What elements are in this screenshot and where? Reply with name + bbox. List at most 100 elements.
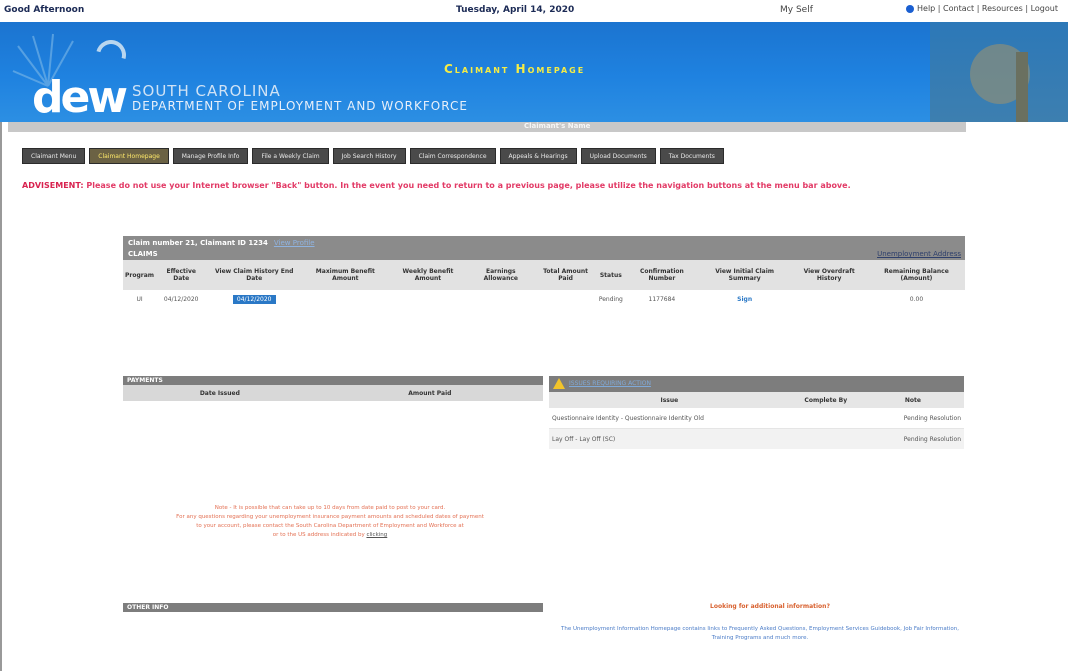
tab-file-weekly-claim[interactable]: File a Weekly Claim xyxy=(252,148,329,164)
cell-overdraft xyxy=(790,290,868,308)
footnote-line4: or to the US address indicated by xyxy=(272,532,365,538)
other-info-panel: OTHER INFO xyxy=(123,603,543,612)
issues-header-row: Issue Complete By Note xyxy=(549,392,964,408)
advisement-text: Please do not use your Internet browser … xyxy=(86,181,851,190)
globe-icon xyxy=(906,4,914,13)
view-profile-link[interactable]: View Profile xyxy=(274,239,315,247)
col-complete-by: Complete By xyxy=(789,392,862,408)
table-row[interactable]: Questionnaire Identity - Questionnaire I… xyxy=(549,408,964,429)
col-date-issued: Date Issued xyxy=(123,385,317,401)
claims-section-title: CLAIMS xyxy=(128,250,158,258)
issue-note: Pending Resolution xyxy=(861,408,964,429)
col-amount-paid: Amount Paid xyxy=(325,385,534,401)
claimant-name-bar: Claimant's Name xyxy=(8,122,966,132)
unemployment-address-link[interactable]: Unemployment Address xyxy=(877,250,961,258)
cell-earnings xyxy=(467,290,534,308)
claims-table: Program Effective Date View Claim Histor… xyxy=(123,260,965,308)
footnote-line4-wrap: or to the US address indicated by clicki… xyxy=(110,531,550,540)
tab-upload-documents[interactable]: Upload Documents xyxy=(580,148,656,164)
claims-panel: Claim number 21, Claimant ID 1234 View Pr… xyxy=(123,236,965,308)
col-weekly-benefit: Weekly Benefit Amount xyxy=(388,260,468,290)
col-max-benefit: Maximum Benefit Amount xyxy=(302,260,389,290)
header-banner: dew SOUTH CAROLINA DEPARTMENT OF EMPLOYM… xyxy=(0,22,1068,122)
claims-header-row: Program Effective Date View Claim Histor… xyxy=(123,260,965,290)
col-initial-summary: View Initial Claim Summary xyxy=(698,260,791,290)
utility-links-text[interactable]: Help | Contact | Resources | Logout xyxy=(917,4,1058,13)
col-overdraft: View Overdraft History xyxy=(790,260,868,290)
issue-complete-by xyxy=(789,428,862,449)
additional-info-description[interactable]: The Unemployment Information Homepage co… xyxy=(550,625,970,643)
top-bar: Good Afternoon Tuesday, April 14, 2020 M… xyxy=(0,0,1068,22)
claims-header: Claim number 21, Claimant ID 1234 View Pr… xyxy=(123,236,965,260)
tab-claimant-menu[interactable]: Claimant Menu xyxy=(22,148,86,164)
warning-icon xyxy=(553,378,565,389)
cell-summary: Sign xyxy=(699,290,790,308)
tab-manage-profile[interactable]: Manage Profile Info xyxy=(172,148,249,164)
col-total-paid: Total Amount Paid xyxy=(534,260,597,290)
footnote-line1: Note - It is possible that can take up t… xyxy=(214,505,446,511)
col-issue: Issue xyxy=(549,392,790,408)
tab-appeals[interactable]: Appeals & Hearings xyxy=(499,148,577,164)
payment-footnote: Note - It is possible that can take up t… xyxy=(110,504,550,540)
table-row[interactable]: Lay Off - Lay Off (SC) Pending Resolutio… xyxy=(549,428,964,449)
issues-title[interactable]: ISSUES REQUIRING ACTION xyxy=(569,380,651,387)
payments-panel: PAYMENTS Date Issued Amount Paid xyxy=(123,376,543,401)
account-link[interactable]: My Self xyxy=(780,5,813,15)
cell-max-benefit xyxy=(302,290,389,308)
claims-header-line1: Claim number 21, Claimant ID 1234 View Pr… xyxy=(128,239,315,247)
issue-note: Pending Resolution xyxy=(861,428,964,449)
advisement-notice: ADVISEMENT: Please do not use your Inter… xyxy=(22,180,922,192)
issue-name[interactable]: Questionnaire Identity - Questionnaire I… xyxy=(549,408,790,429)
main-navigation: Claimant Menu Claimant Homepage Manage P… xyxy=(22,148,724,164)
payments-table: Date Issued Amount Paid xyxy=(123,385,543,401)
col-program: Program xyxy=(123,260,157,290)
cell-effective-date: 04/12/2020 xyxy=(163,295,199,303)
col-blank-2 xyxy=(533,385,543,401)
col-earnings-allowance: Earnings Allowance xyxy=(467,260,535,290)
page-title: Claimant Homepage xyxy=(444,62,586,76)
issue-complete-by xyxy=(789,408,862,429)
footnote-line3: to your account, please contact the Sout… xyxy=(196,523,464,529)
footnote-link[interactable]: clicking xyxy=(366,532,387,538)
col-blank-1 xyxy=(316,385,326,401)
tab-claim-correspondence[interactable]: Claim Correspondence xyxy=(409,148,496,164)
additional-info-question: Looking for additional information? xyxy=(710,603,830,610)
department-name: DEPARTMENT OF EMPLOYMENT AND WORKFORCE xyxy=(132,99,468,113)
cell-history: 04/12/2020 xyxy=(206,290,302,308)
cell-program: UI xyxy=(136,295,143,303)
col-note: Note xyxy=(861,392,964,408)
table-row: UI 04/12/2020 04/12/2020 Pending 1177684… xyxy=(123,290,965,308)
cell-remaining: 0.00 xyxy=(909,295,924,303)
issues-table: Issue Complete By Note Questionnaire Ide… xyxy=(549,392,964,449)
payments-title: PAYMENTS xyxy=(123,376,543,385)
greeting-text: Good Afternoon xyxy=(4,5,85,15)
issue-name[interactable]: Lay Off - Lay Off (SC) xyxy=(549,428,790,449)
issues-header: ISSUES REQUIRING ACTION xyxy=(549,376,964,392)
tab-claimant-homepage[interactable]: Claimant Homepage xyxy=(89,148,169,164)
date-text: Tuesday, April 14, 2020 xyxy=(456,5,575,15)
initial-summary-link[interactable]: Sign xyxy=(737,296,752,303)
cell-confirmation: 1177684 xyxy=(648,295,676,303)
tab-tax-documents[interactable]: Tax Documents xyxy=(659,148,724,164)
claim-id-text: Claim number 21, Claimant ID 1234 xyxy=(128,239,268,247)
state-name: SOUTH CAROLINA xyxy=(132,82,281,100)
history-end-date-button[interactable]: 04/12/2020 xyxy=(232,294,276,304)
cell-status: Pending xyxy=(598,295,623,303)
col-remaining: Remaining Balance (Amount) xyxy=(867,260,965,290)
payments-header-row: Date Issued Amount Paid xyxy=(123,385,543,401)
issues-panel: ISSUES REQUIRING ACTION Issue Complete B… xyxy=(549,376,964,449)
palm-trunk-shape xyxy=(1016,52,1028,122)
dew-logo: dew xyxy=(32,72,128,122)
utility-links[interactable]: Help | Contact | Resources | Logout xyxy=(906,4,1058,13)
col-confirmation: Confirmation Number xyxy=(624,260,699,290)
claimant-name: Claimant's Name xyxy=(524,122,591,130)
advisement-label: ADVISEMENT: xyxy=(22,181,84,190)
cell-weekly-benefit xyxy=(389,290,468,308)
cell-total-paid xyxy=(534,290,596,308)
footnote-line2: For any questions regarding your unemplo… xyxy=(176,514,484,520)
palm-tree-image xyxy=(930,22,1068,122)
col-effective-date: Effective Date xyxy=(156,260,207,290)
col-status: Status xyxy=(596,260,625,290)
col-history-end-date: View Claim History End Date xyxy=(206,260,303,290)
tab-job-search-history[interactable]: Job Search History xyxy=(332,148,406,164)
